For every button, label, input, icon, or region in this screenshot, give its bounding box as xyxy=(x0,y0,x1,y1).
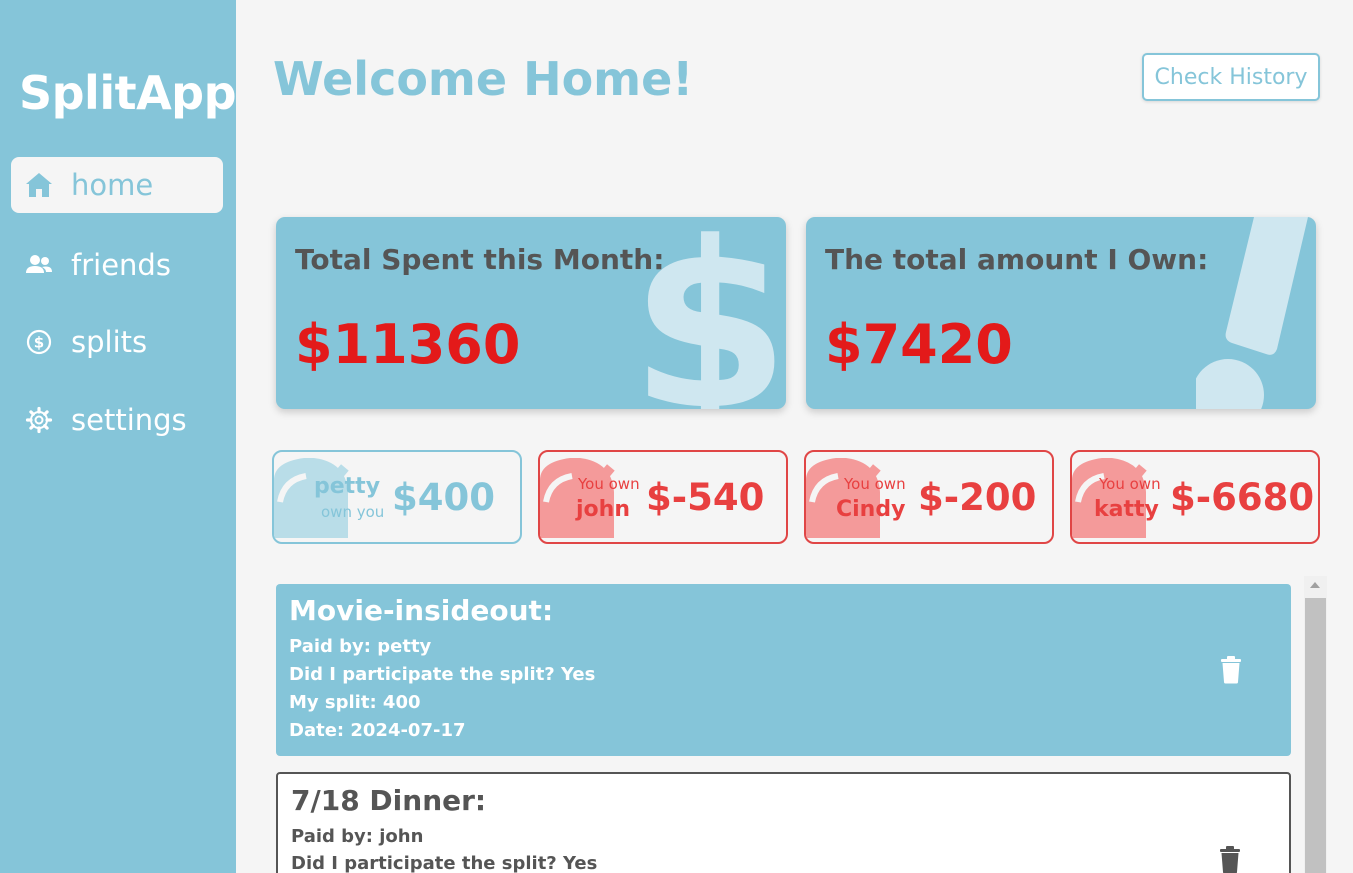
sidebar-item-splits[interactable]: $ splits xyxy=(11,314,223,370)
sidebar-item-label: friends xyxy=(71,247,171,282)
sidebar-item-label: home xyxy=(71,167,154,202)
friend-balance-card-petty[interactable]: petty own you $400 xyxy=(272,450,522,544)
total-owe-label: The total amount I Own: xyxy=(825,243,1209,276)
splits-scrollbar[interactable] xyxy=(1304,576,1327,873)
friend-name: katty xyxy=(1094,497,1159,522)
split-item[interactable]: 7/18 Dinner: Paid by: john Did I partici… xyxy=(276,772,1291,873)
dollar-circle-icon: $ xyxy=(23,326,55,358)
sidebar-item-label: splits xyxy=(71,324,148,359)
exclamation-watermark-icon xyxy=(1192,217,1316,409)
splits-list[interactable]: Movie-insideout: Paid by: petty Did I pa… xyxy=(276,584,1291,873)
app-logo: SplitApp xyxy=(19,66,237,120)
sidebar: SplitApp home friends $ splits settings xyxy=(0,0,237,873)
gear-icon xyxy=(23,404,55,436)
friend-name: Cindy xyxy=(836,497,906,522)
friend-caption: You own xyxy=(578,475,640,493)
svg-text:$: $ xyxy=(34,334,44,352)
friend-balance-card-john[interactable]: You own john $-540 xyxy=(538,450,788,544)
friend-name: petty xyxy=(314,474,381,499)
split-date: Date: 2024-07-17 xyxy=(289,720,466,741)
sidebar-item-settings[interactable]: settings xyxy=(11,392,223,448)
friend-balance-card-katty[interactable]: You own katty $-6680 xyxy=(1070,450,1320,544)
friend-caption: You own xyxy=(844,475,906,493)
scroll-up-arrow-icon[interactable] xyxy=(1310,582,1320,588)
users-icon xyxy=(23,249,55,281)
split-item[interactable]: Movie-insideout: Paid by: petty Did I pa… xyxy=(276,584,1291,756)
friend-balance-card-cindy[interactable]: You own Cindy $-200 xyxy=(804,450,1054,544)
friend-caption: You own xyxy=(1099,475,1161,493)
total-spent-value: $11360 xyxy=(295,313,521,376)
sidebar-item-home[interactable]: home xyxy=(11,157,223,213)
total-spent-card: $ Total Spent this Month: $11360 xyxy=(276,217,786,409)
trash-icon[interactable] xyxy=(1220,656,1242,684)
check-history-button[interactable]: Check History xyxy=(1142,53,1320,101)
friend-amount: $400 xyxy=(392,476,495,519)
page-title: Welcome Home! xyxy=(273,52,694,106)
scrollbar-thumb[interactable] xyxy=(1305,598,1326,873)
friend-amount: $-540 xyxy=(646,476,765,519)
total-spent-label: Total Spent this Month: xyxy=(295,243,665,276)
split-title: 7/18 Dinner: xyxy=(291,784,487,817)
total-owe-value: $7420 xyxy=(825,313,1013,376)
home-icon xyxy=(23,169,55,201)
friend-name: john xyxy=(576,497,630,522)
split-amount: My split: 400 xyxy=(289,692,421,713)
friend-amount: $-6680 xyxy=(1170,476,1315,519)
split-paid-by: Paid by: petty xyxy=(289,636,432,657)
trash-icon[interactable] xyxy=(1219,846,1241,873)
friend-amount: $-200 xyxy=(918,476,1037,519)
split-participation: Did I participate the split? Yes xyxy=(289,664,596,685)
split-paid-by: Paid by: john xyxy=(291,826,424,847)
sidebar-item-friends[interactable]: friends xyxy=(11,237,223,293)
split-participation: Did I participate the split? Yes xyxy=(291,853,598,873)
friend-caption: own you xyxy=(321,503,385,521)
sidebar-item-label: settings xyxy=(71,402,187,437)
total-owe-card: The total amount I Own: $7420 xyxy=(806,217,1316,409)
split-title: Movie-insideout: xyxy=(289,594,554,627)
